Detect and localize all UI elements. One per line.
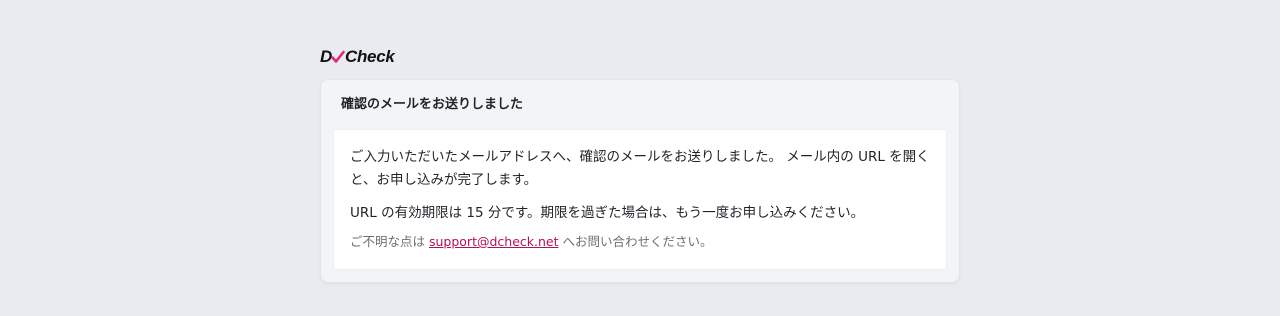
card-body: ご入力いただいたメールアドレスへ、確認のメールをお送りしました。 メール内の U… (333, 129, 947, 270)
support-prefix: ご不明な点は (350, 234, 429, 249)
checkmark-icon (331, 50, 345, 63)
support-note: ご不明な点は support@dcheck.net へお問い合わせください。 (350, 232, 930, 252)
logo-suffix: Check (344, 47, 395, 66)
card-title: 確認のメールをお送りしました (341, 97, 524, 112)
confirmation-message: ご入力いただいたメールアドレスへ、確認のメールをお送りしました。 メール内の U… (350, 149, 930, 188)
content-wrapper: D Check 確認のメールをお送りしました ご入力いただいたメールアドレスへ、… (320, 46, 960, 283)
dcheck-logo: D Check (320, 46, 960, 68)
expiry-message: URL の有効期限は 15 分です。期限を過ぎた場合は、もう一度お申し込みくださ… (350, 205, 865, 221)
confirmation-card: 確認のメールをお送りしました ご入力いただいたメールアドレスへ、確認のメールをお… (320, 79, 960, 283)
support-email-link[interactable]: support@dcheck.net (429, 234, 559, 249)
page: { "brand": { "logo_prefix": "D", "logo_s… (0, 0, 1280, 316)
support-suffix: へお問い合わせください。 (558, 234, 713, 249)
